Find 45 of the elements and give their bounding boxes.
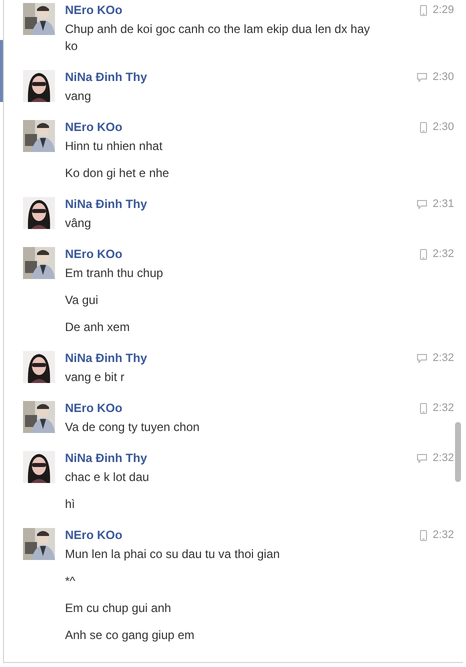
message-text: hì [65,496,76,513]
mobile-phone-icon [420,5,427,16]
message-text: Hinn tu nhien nhat [65,138,164,155]
message-time: 2:30 [432,120,454,135]
mobile-phone-icon [420,530,427,541]
message-text: Em cu chup gui anh [65,600,172,617]
active-indicator [0,40,3,102]
sender-name[interactable]: NEro KOo [65,528,122,543]
message-time: 2:32 [432,401,454,416]
message-text: Va de cong ty tuyen chon [65,419,201,436]
message-time: 2:29 [432,3,454,18]
message-time: 2:32 [432,451,454,466]
message-text: Ko don gi het e nhe [65,165,170,182]
speech-bubble-icon [416,454,427,463]
mobile-phone-icon [420,122,427,133]
speech-bubble-icon [416,73,427,82]
message-text: Mun len la phai co su dau tu va thoi gian [65,546,281,563]
message-text: *^ [65,573,76,590]
speech-bubble-icon [416,200,427,209]
sender-name[interactable]: NEro KOo [65,247,122,262]
message-time: 2:32 [432,351,454,366]
mobile-phone-icon [420,249,427,260]
sender-name[interactable]: NiNa Đinh Thy [65,70,148,85]
message-text: vang [65,88,92,105]
sender-name[interactable]: NEro KOo [65,3,122,18]
sender-name[interactable]: NiNa Đinh Thy [65,197,148,212]
sender-name[interactable]: NEro KOo [65,120,122,135]
message-time: 2:31 [432,197,454,212]
message-text: chac e k lot dau [65,469,150,486]
speech-bubble-icon [416,354,427,363]
message-time: 2:32 [432,247,454,262]
message-text: vang e bit r [65,369,126,386]
message-text: Anh se co gang giup em [65,627,196,644]
message-text: Chup anh de koi goc canh co the lam ekip dua len dx hay ko [65,21,371,55]
message-time: 2:32 [432,528,454,543]
sender-name[interactable]: NEro KOo [65,401,122,416]
message-time: 2:30 [432,70,454,85]
mobile-phone-icon [420,403,427,414]
sender-name[interactable]: NiNa Đinh Thy [65,351,148,366]
message-text: vâng [65,215,92,232]
message-text: Em tranh thu chup [65,265,164,282]
scrollbar-thumb[interactable] [455,422,461,482]
sender-name[interactable]: NiNa Đinh Thy [65,451,148,466]
message-text: Va gui [65,292,100,309]
message-text: De anh xem [65,319,131,336]
